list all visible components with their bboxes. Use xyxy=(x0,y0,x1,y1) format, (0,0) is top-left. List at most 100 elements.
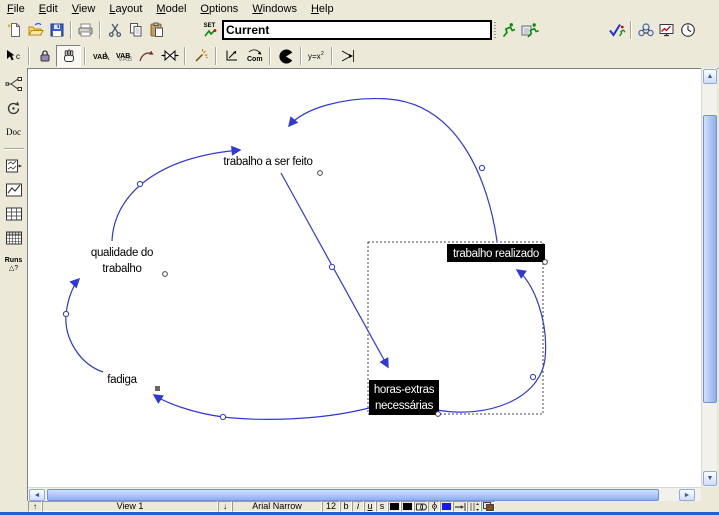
horizontal-scrollbar[interactable]: ◄ ► xyxy=(28,487,701,501)
left-arrow-icon: ◄ xyxy=(34,492,41,499)
font-name-selector[interactable]: Arial Narrow xyxy=(232,501,322,512)
horizontal-scroll-thumb[interactable] xyxy=(47,489,659,501)
menu-view[interactable]: View xyxy=(65,2,103,16)
position-selector[interactable] xyxy=(467,501,481,512)
comment-tool[interactable]: Com xyxy=(243,46,266,66)
scroll-down-button[interactable]: ▼ xyxy=(703,471,717,486)
variable-handle[interactable] xyxy=(543,260,548,265)
loops-tool[interactable] xyxy=(2,97,26,119)
output-windows-button[interactable] xyxy=(656,20,677,40)
link-trabalho-realizado-to-trabalho-a-ser-feito[interactable] xyxy=(289,99,497,241)
link-horas-extras-to-fadiga[interactable] xyxy=(154,395,369,419)
synthesim-button[interactable] xyxy=(519,20,540,40)
causes-strip-tool[interactable] xyxy=(2,155,26,177)
table-tool[interactable] xyxy=(2,203,26,225)
graphics-selector[interactable] xyxy=(481,501,495,512)
variable-handle[interactable] xyxy=(318,171,323,176)
link-qualidade-to-trabalho-a-ser-feito[interactable] xyxy=(112,150,240,241)
variable-qualidade-line2[interactable]: trabalho xyxy=(102,263,141,275)
arc-handle[interactable] xyxy=(530,374,535,379)
variable-tool[interactable]: VAB xyxy=(89,46,112,66)
variable-qualidade-line1[interactable]: qualidade do xyxy=(91,247,153,259)
simulate-button[interactable] xyxy=(498,20,519,40)
causes-tree-tool[interactable] xyxy=(2,73,26,95)
vertical-scroll-thumb[interactable] xyxy=(703,115,717,403)
pointer-tool[interactable]: c xyxy=(2,46,25,66)
variable-trabalho-realizado[interactable]: trabalho realizado xyxy=(453,248,539,260)
bold-button[interactable]: b xyxy=(340,501,352,512)
save-button[interactable] xyxy=(46,20,67,40)
print-button[interactable] xyxy=(75,20,96,40)
view-down-button[interactable]: ↓ xyxy=(218,501,232,512)
menu-edit[interactable]: Edit xyxy=(32,2,65,16)
menu-windows[interactable]: Windows xyxy=(245,2,304,16)
menu-file[interactable]: File xyxy=(0,2,32,16)
delete-tool[interactable] xyxy=(274,46,297,66)
arrow-tool[interactable] xyxy=(135,46,158,66)
variable-handle[interactable] xyxy=(163,272,168,277)
arrow-width-selector[interactable] xyxy=(453,501,467,512)
equation-tool[interactable]: y=x2 xyxy=(305,46,328,66)
cut-button[interactable] xyxy=(104,20,125,40)
input-output-tool[interactable] xyxy=(220,46,243,66)
graph-tool[interactable] xyxy=(2,179,26,201)
arc-handle[interactable] xyxy=(479,165,484,170)
shape-selector[interactable] xyxy=(414,501,428,512)
sketch-canvas[interactable]: trabalho a ser feito qualidade do trabal… xyxy=(28,68,701,487)
strike-button[interactable]: s xyxy=(376,501,388,512)
link-horas-extras-to-trabalho-realizado[interactable] xyxy=(437,270,546,412)
causal-tracing-button[interactable] xyxy=(635,20,656,40)
view-name[interactable]: View 1 xyxy=(42,501,218,512)
vertical-scrollbar[interactable]: ▲ ▼ xyxy=(701,68,717,487)
runname-input[interactable] xyxy=(222,20,492,40)
io-marker-selector[interactable] xyxy=(428,501,440,512)
link-trabalho-a-ser-feito-to-horas-extras[interactable] xyxy=(281,173,388,367)
arc-handle[interactable] xyxy=(63,311,68,316)
lock-tool[interactable] xyxy=(33,46,56,66)
set-runname-button[interactable]: SET xyxy=(199,20,220,40)
font-size-selector[interactable]: 12 xyxy=(322,501,340,512)
rate-tool[interactable] xyxy=(158,46,181,66)
open-button[interactable] xyxy=(25,20,46,40)
table-time-tool[interactable] xyxy=(2,227,26,249)
variable-horas-extras-line2[interactable]: necessárias xyxy=(375,400,434,412)
wand-tool[interactable] xyxy=(189,46,212,66)
arrow-color-sample xyxy=(442,503,451,510)
runs-compare-tool[interactable]: Runs △? xyxy=(2,251,26,277)
scroll-left-button[interactable]: ◄ xyxy=(29,489,45,501)
scroll-right-button[interactable]: ► xyxy=(679,489,695,501)
menu-help[interactable]: Help xyxy=(304,2,341,16)
text-color-swatch[interactable] xyxy=(388,501,401,512)
new-button[interactable] xyxy=(4,20,25,40)
underline-button[interactable]: u xyxy=(364,501,376,512)
menu-model[interactable]: Model xyxy=(149,2,193,16)
hand-tool[interactable] xyxy=(56,45,81,67)
variable-horas-extras-selected[interactable]: horas-extras necessárias xyxy=(369,380,439,415)
arc-handle[interactable] xyxy=(220,414,225,419)
shadow-variable-tool[interactable]: VABVAB xyxy=(112,46,135,66)
arc-handle[interactable] xyxy=(329,264,334,269)
background-color-swatch[interactable] xyxy=(401,501,414,512)
arrow-color-swatch[interactable] xyxy=(440,501,453,512)
variable-trabalho-realizado-selected[interactable]: trabalho realizado xyxy=(447,244,545,262)
fadiga-attach-handle[interactable] xyxy=(155,386,160,391)
italic-button[interactable]: i xyxy=(352,501,364,512)
variable-trabalho-a-ser-feito[interactable]: trabalho a ser feito xyxy=(223,156,312,168)
variable-handle[interactable] xyxy=(436,412,441,417)
copy-button[interactable] xyxy=(125,20,146,40)
merge-tool[interactable] xyxy=(336,46,359,66)
variable-horas-extras-line1[interactable]: horas-extras xyxy=(374,384,435,396)
open-folder-icon xyxy=(27,22,44,38)
scroll-up-button[interactable]: ▲ xyxy=(703,69,717,84)
link-fadiga-to-qualidade[interactable] xyxy=(66,279,103,372)
menu-options[interactable]: Options xyxy=(193,2,245,16)
arc-handle[interactable] xyxy=(137,181,142,186)
paste-button[interactable] xyxy=(146,20,167,40)
time-axis-button[interactable] xyxy=(677,20,698,40)
document-tool[interactable]: Doc xyxy=(2,121,26,143)
copy-icon xyxy=(128,22,144,38)
menu-layout[interactable]: Layout xyxy=(102,2,149,16)
variable-fadiga[interactable]: fadiga xyxy=(107,374,137,386)
check-model-button[interactable] xyxy=(606,20,627,40)
view-up-button[interactable]: ↑ xyxy=(28,501,42,512)
